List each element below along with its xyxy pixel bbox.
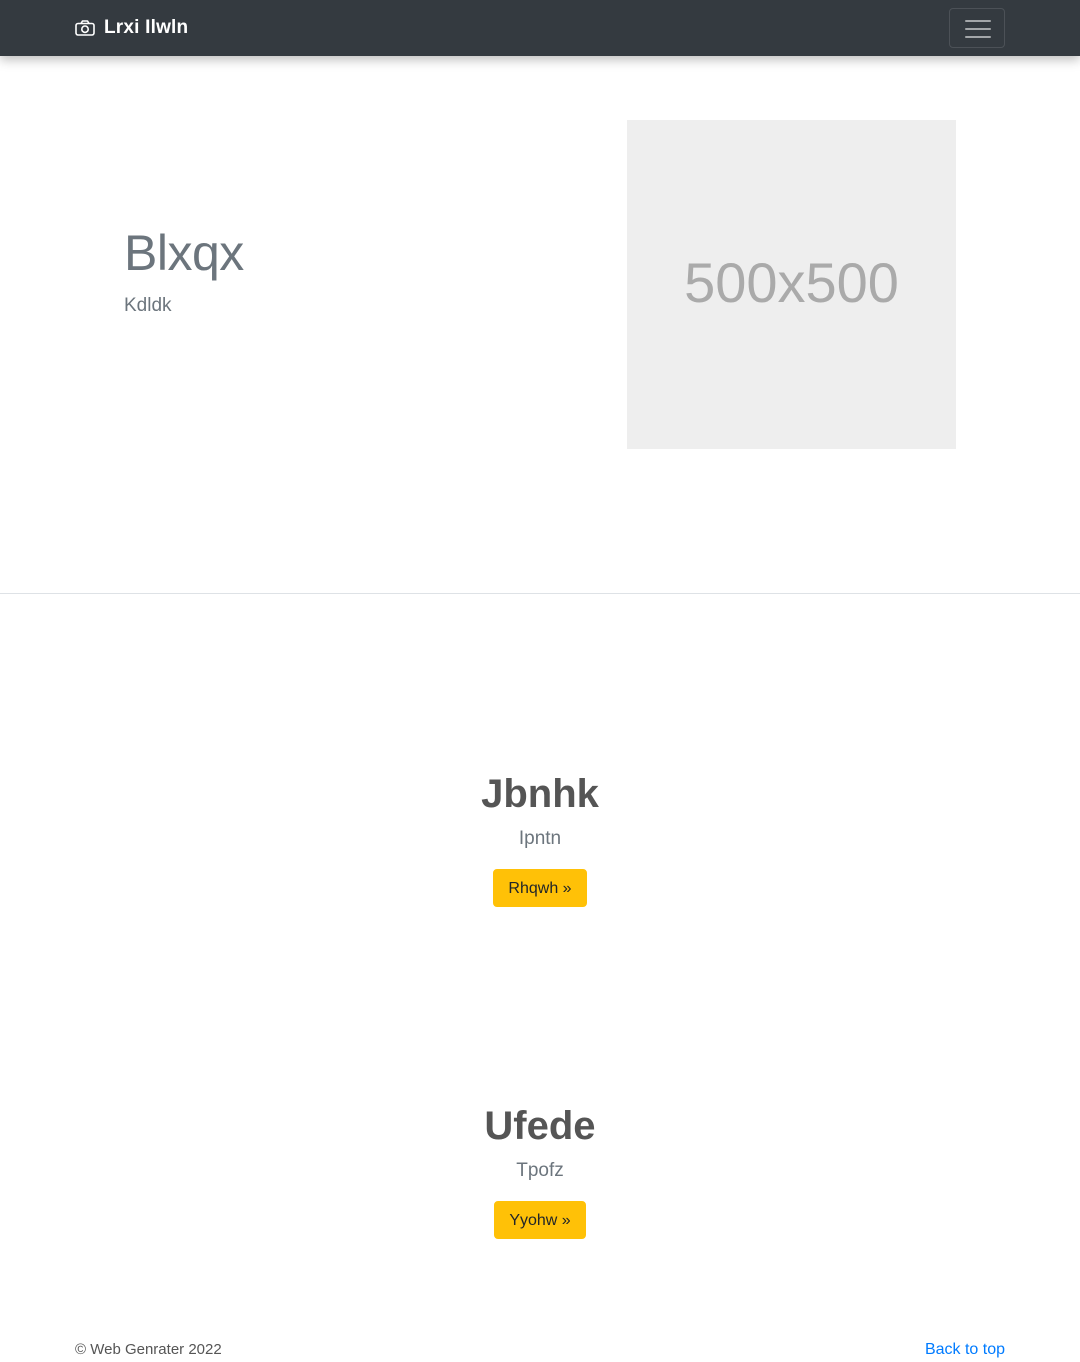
feature-text: Ipntn	[518, 828, 562, 849]
hero-subtitle: Kdldk	[124, 295, 172, 316]
hero-title: Blxqx	[124, 225, 244, 281]
hero-section: Blxqx Kdldk 500x500	[0, 56, 1080, 593]
hero-image-placeholder: 500x500	[627, 120, 956, 449]
back-to-top-link[interactable]: Back to top	[925, 1340, 1005, 1360]
brand-link[interactable]: Lrxi Ilwln	[75, 15, 188, 41]
feature-text: Tpofz	[516, 1160, 564, 1181]
section-divider	[0, 593, 1080, 594]
feature-section-1: Jbnhk Ipntn Rhqwh »	[0, 770, 1080, 907]
feature-button[interactable]: Yyohw »	[494, 1200, 586, 1239]
footer-copyright: © Web Genrater 2022	[75, 1341, 222, 1358]
feature-section-2: Ufede Tpofz Yyohw »	[0, 1102, 1080, 1239]
feature-title: Jbnhk	[481, 772, 599, 816]
feature-button[interactable]: Rhqwh »	[493, 868, 587, 907]
navbar-toggler-button[interactable]	[949, 8, 1005, 48]
camera-icon	[75, 20, 95, 36]
feature-title: Ufede	[484, 1104, 596, 1148]
brand-text: Lrxi Ilwln	[104, 17, 189, 38]
navbar: Lrxi Ilwln	[0, 0, 1080, 56]
placeholder-label: 500x500	[684, 251, 899, 314]
